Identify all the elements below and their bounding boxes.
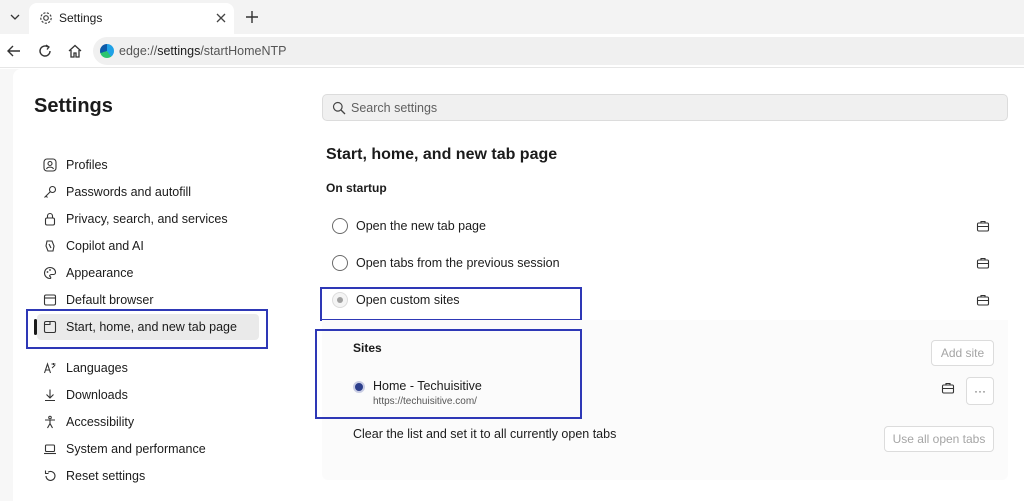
plus-icon [246,11,258,23]
home-icon [68,44,82,58]
option-open-new-tab[interactable]: Open the new tab page [322,208,1008,244]
tab-title: Settings [59,11,103,25]
sidebar-item-label: System and performance [66,442,206,456]
sidebar-item-label: Copilot and AI [66,239,144,253]
radio-button[interactable] [332,255,348,271]
address-url: edge://settings/startHomeNTP [119,44,287,58]
add-site-button[interactable]: Add site [931,340,994,366]
gear-icon [40,12,52,24]
sidebar-item-label: Profiles [66,158,108,172]
sidebar-item-label: Appearance [66,266,134,280]
briefcase-icon [976,294,990,306]
sidebar-item-label: Privacy, search, and services [66,212,228,226]
search-icon [332,101,346,115]
on-startup-label: On startup [326,181,387,195]
sidebar-item-passwords[interactable]: Passwords and autofill [37,179,259,205]
sidebar-item-reset[interactable]: Reset settings [37,463,259,489]
custom-sites-highlight-box [320,287,582,321]
edge-logo-icon [100,44,114,58]
section-heading: Start, home, and new tab page [326,146,558,163]
browser-icon [42,292,58,308]
sidebar-item-accessibility[interactable]: Accessibility [37,409,259,435]
page-title: Settings [34,95,113,117]
reset-icon [42,468,58,484]
use-all-open-tabs-button[interactable]: Use all open tabs [884,426,994,452]
sidebar-item-label: Passwords and autofill [66,185,192,199]
lock-icon [42,211,58,227]
download-icon [42,387,58,403]
radio-button[interactable] [332,218,348,234]
languages-icon [42,360,58,376]
close-icon[interactable] [213,10,229,26]
option-previous-session[interactable]: Open tabs from the previous session [322,245,1008,281]
sidebar-item-label: Downloads [66,388,128,402]
sidebar-item-copilot[interactable]: Copilot and AI [37,233,259,259]
accessibility-icon [42,414,58,430]
chevron-down-icon [10,14,20,20]
sites-highlight-box [315,329,582,419]
tab-actions-menu-button[interactable] [3,5,27,29]
settings-search[interactable] [322,94,1008,121]
sidebar-item-languages[interactable]: Languages [37,355,259,381]
sidebar-item-label: Languages [66,361,128,375]
sidebar-item-label: Accessibility [66,415,135,429]
laptop-icon [42,441,58,457]
option-label: Open the new tab page [356,219,486,233]
home-button[interactable] [65,41,85,61]
back-button[interactable] [4,41,24,61]
clear-list-text: Clear the list and set it to all current… [353,427,617,441]
profile-icon [42,157,58,173]
tab-strip: Settings [0,0,1024,34]
sidebar-item-system[interactable]: System and performance [37,436,259,462]
sidebar-item-appearance[interactable]: Appearance [37,260,259,286]
briefcase-icon [976,257,990,269]
briefcase-icon [976,220,990,232]
sidebar-item-downloads[interactable]: Downloads [37,382,259,408]
sidebar-item-privacy[interactable]: Privacy, search, and services [37,206,259,232]
sidebar-item-label: Default browser [66,293,154,307]
browser-toolbar: edge://settings/startHomeNTP [0,34,1024,68]
palette-icon [42,265,58,281]
copilot-icon [42,238,58,254]
refresh-button[interactable] [35,41,55,61]
refresh-icon [39,44,51,57]
sidebar-highlight-box [26,309,268,349]
sidebar-item-profiles[interactable]: Profiles [37,152,259,178]
address-bar[interactable]: edge://settings/startHomeNTP [93,37,1024,65]
option-label: Open tabs from the previous session [356,256,560,270]
tab-settings[interactable]: Settings [29,3,234,34]
new-tab-button[interactable] [241,6,263,28]
briefcase-icon [941,382,955,394]
key-icon [42,184,58,200]
sidebar-item-label: Reset settings [66,469,146,483]
back-arrow-icon [7,45,20,57]
site-more-button[interactable]: ··· [966,377,994,405]
search-input[interactable] [351,99,951,117]
